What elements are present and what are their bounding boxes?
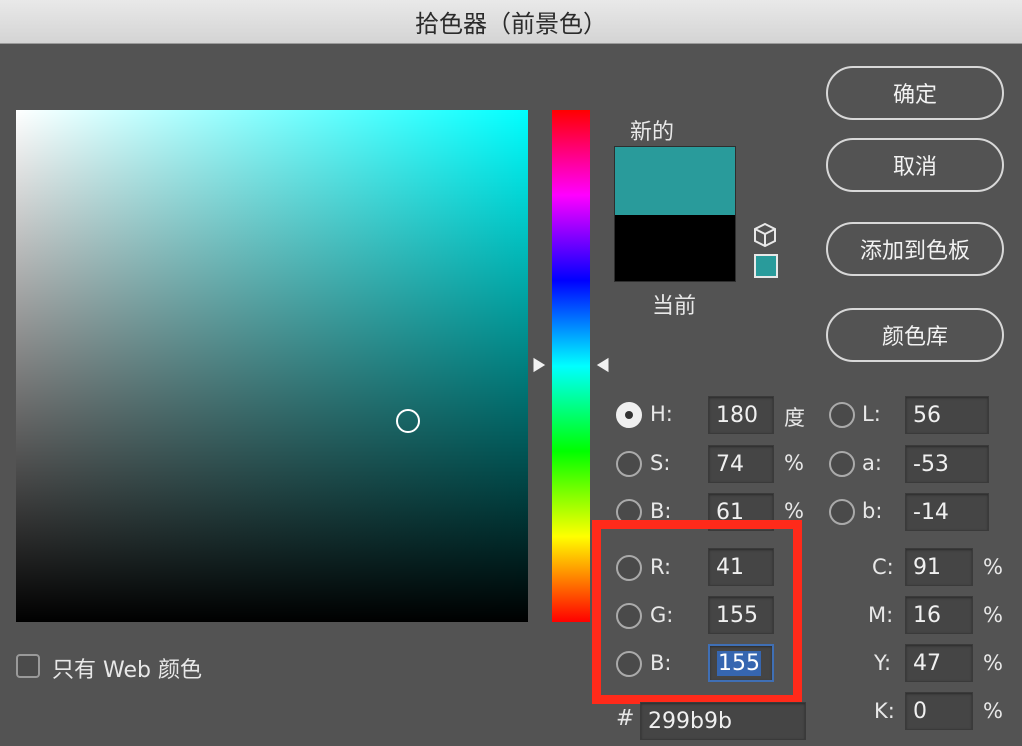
magenta-label: M: [868, 603, 894, 627]
rgb-highlight-box [592, 520, 802, 704]
hue-label: H: [650, 402, 673, 426]
new-color-swatch [615, 147, 735, 215]
magenta-unit: % [983, 603, 1003, 627]
saturation-unit: % [784, 451, 804, 475]
saturation-label: S: [650, 451, 671, 475]
color-libraries-button[interactable]: 颜色库 [826, 308, 1004, 362]
lab-l-radio[interactable] [829, 402, 855, 428]
hex-label: # [616, 706, 635, 731]
color-field[interactable] [16, 110, 528, 622]
cyan-unit: % [983, 555, 1003, 579]
yellow-unit: % [983, 651, 1003, 675]
lab-l-input[interactable]: 56 [905, 396, 989, 434]
current-color-label: 当前 [652, 294, 697, 319]
web-swatch-icon[interactable] [754, 254, 778, 278]
web-only-label: 只有 Web 颜色 [52, 658, 202, 683]
lab-b-input[interactable]: -14 [905, 493, 989, 531]
lab-b-radio[interactable] [829, 499, 855, 525]
cancel-button[interactable]: 取消 [826, 138, 1004, 192]
hex-input[interactable]: 299b9b [640, 702, 806, 740]
yellow-label: Y: [874, 651, 892, 675]
black-label: K: [874, 699, 895, 723]
cyan-input[interactable]: 91 [905, 548, 973, 586]
cyan-label: C: [872, 555, 894, 579]
hue-input[interactable]: 180 [708, 396, 774, 434]
color-picker-marker[interactable] [396, 409, 420, 433]
web-only-checkbox[interactable] [16, 654, 40, 678]
add-to-swatches-button[interactable]: 添加到色板 [826, 222, 1004, 276]
new-color-label: 新的 [630, 120, 675, 145]
color-preview [614, 146, 736, 282]
lab-a-label: a: [862, 451, 882, 475]
lab-l-label: L: [862, 402, 881, 426]
magenta-input[interactable]: 16 [905, 596, 973, 634]
hue-slider[interactable] [552, 110, 590, 622]
hue-radio[interactable] [616, 402, 642, 428]
hue-slider-left-arrow-icon[interactable] [532, 356, 548, 374]
hue-slider-right-arrow-icon[interactable] [594, 356, 610, 374]
hue-unit: 度 [784, 406, 805, 430]
lab-a-input[interactable]: -53 [905, 445, 989, 483]
ok-button[interactable]: 确定 [826, 66, 1004, 120]
saturation-radio[interactable] [616, 451, 642, 477]
lab-a-radio[interactable] [829, 451, 855, 477]
current-color-swatch[interactable] [615, 215, 735, 281]
saturation-input[interactable]: 74 [708, 445, 774, 483]
black-unit: % [983, 699, 1003, 723]
window-title: 拾色器（前景色） [0, 0, 1022, 44]
black-input[interactable]: 0 [905, 692, 973, 730]
yellow-input[interactable]: 47 [905, 644, 973, 682]
lab-b-label: b: [862, 499, 883, 523]
cube-icon[interactable] [752, 222, 778, 248]
